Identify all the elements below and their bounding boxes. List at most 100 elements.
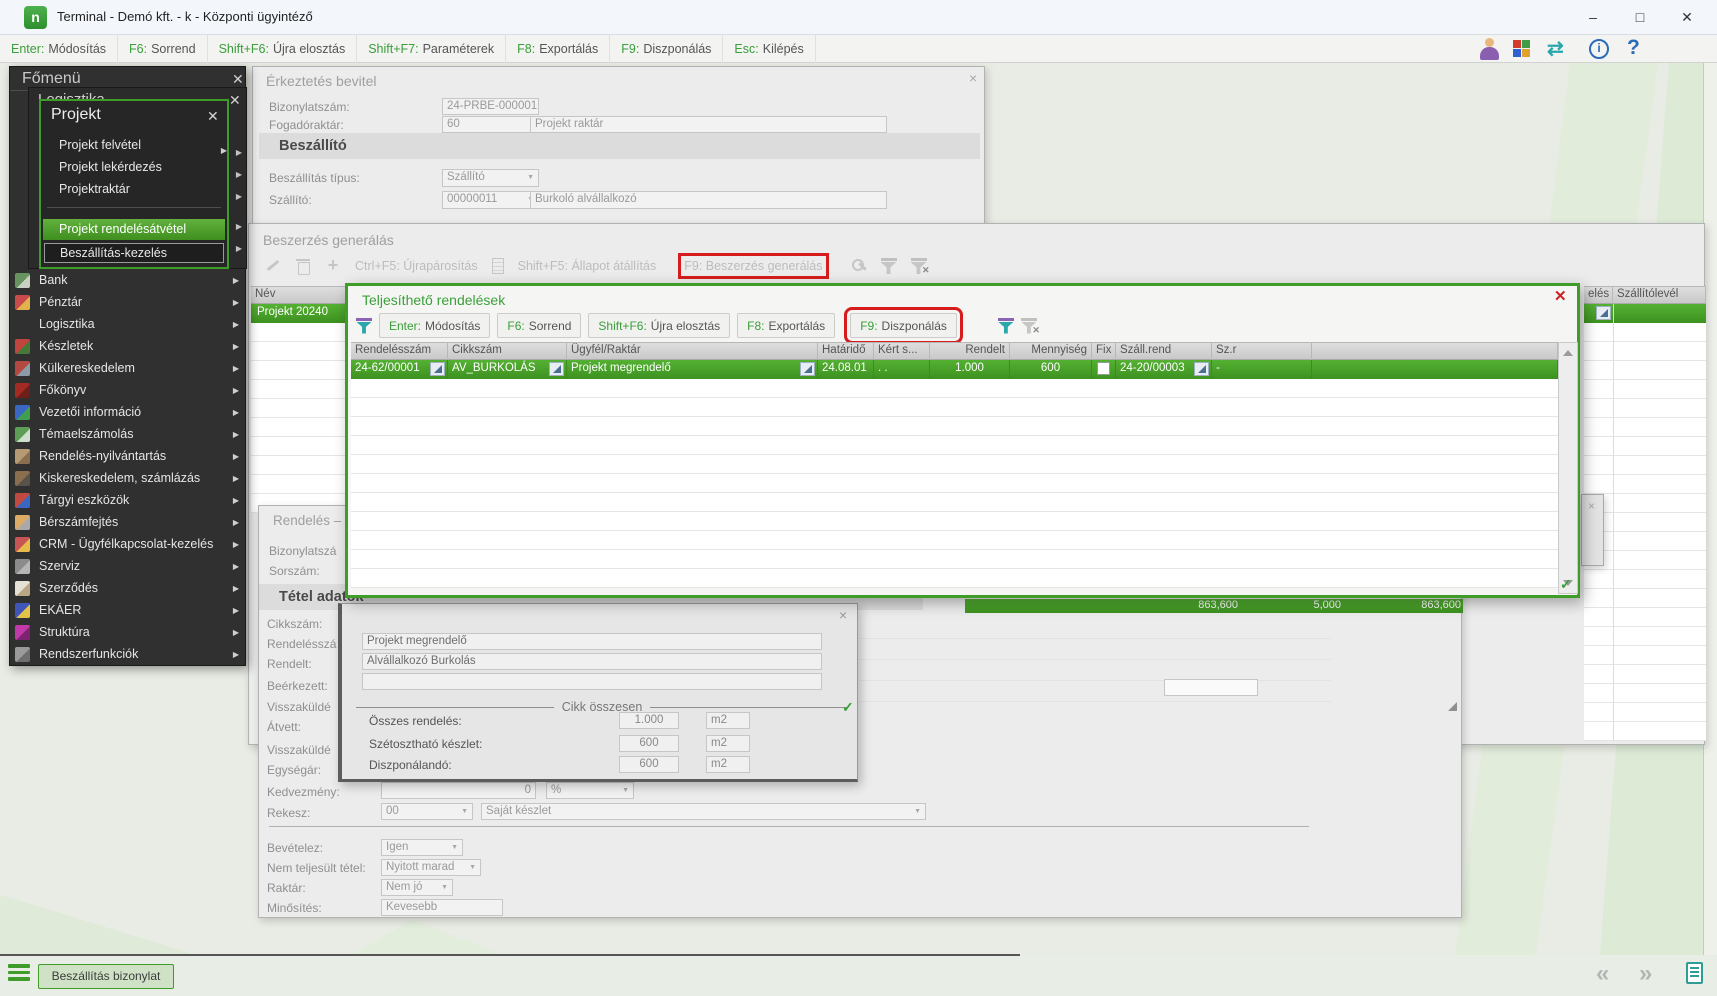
- user-icon[interactable]: [1478, 38, 1502, 61]
- szallito-name-field[interactable]: Burkoló alvállalkozó: [530, 191, 887, 209]
- column-header-filler[interactable]: [1312, 342, 1558, 360]
- close-icon[interactable]: ×: [839, 608, 847, 622]
- apps-grid-icon[interactable]: [1513, 40, 1530, 57]
- sidebar-item-szerz-d-s[interactable]: Szerződés ▶: [11, 577, 245, 599]
- sidebar-item-logisztika[interactable]: Logisztika ▶: [11, 313, 245, 335]
- sidebar-item-t-maelsz-mol-s[interactable]: Témaelszámolás ▶: [11, 423, 245, 445]
- order-cell-rendel-ssz-m[interactable]: 24-62/00001: [351, 360, 448, 379]
- minimize-button[interactable]: –: [1570, 0, 1616, 35]
- delete-icon[interactable]: [295, 258, 311, 275]
- sidebar-item-f-k-nyv[interactable]: Főkönyv ▶: [11, 379, 245, 401]
- nev-column-header[interactable]: Név: [251, 286, 347, 304]
- sidebar-item-k-szletek[interactable]: Készletek ▶: [11, 335, 245, 357]
- fogadoraktar-name-field[interactable]: Projekt raktár: [530, 116, 887, 133]
- vertical-scrollbar[interactable]: [1558, 342, 1578, 594]
- field-rakt-r[interactable]: Nem jó ▼: [381, 879, 453, 896]
- item-name-field[interactable]: Alvállalkozó Burkolás: [362, 653, 822, 670]
- drilldown-icon[interactable]: [430, 362, 445, 376]
- add-icon[interactable]: +: [325, 256, 341, 274]
- sidebar-item-p-nzt-r[interactable]: Pénztár ▶: [11, 291, 245, 313]
- close-icon[interactable]: ✕: [229, 93, 241, 107]
- sidebar-item-szerviz[interactable]: Szerviz ▶: [11, 555, 245, 577]
- order-cell-sz-r[interactable]: -: [1212, 360, 1312, 379]
- rekesz-code-select[interactable]: 00 ▼: [381, 803, 473, 820]
- info-icon[interactable]: i: [1589, 39, 1609, 59]
- close-icon[interactable]: ✕: [232, 72, 244, 86]
- document-icon[interactable]: [491, 258, 504, 274]
- order-cell-sz-ll-rend[interactable]: 24-20/00003: [1116, 360, 1212, 379]
- kedvezmeny-unit-select[interactable]: % ▼: [546, 782, 634, 799]
- order-cell-fix[interactable]: [1092, 360, 1116, 379]
- fogadoraktar-code-field[interactable]: 60: [442, 116, 539, 133]
- sidebar-item-b-rsz-mfejt-s[interactable]: Bérszámfejtés ▶: [11, 511, 245, 533]
- confirm-check-icon[interactable]: ✓: [842, 699, 854, 716]
- close-icon[interactable]: ✕: [1554, 289, 1567, 304]
- sidebar-item-ek-er[interactable]: EKÁER ▶: [11, 599, 245, 621]
- customer-field[interactable]: Projekt megrendelő: [362, 633, 822, 650]
- drilldown-icon[interactable]: [1194, 362, 1209, 376]
- order-cell-filler[interactable]: [1312, 360, 1558, 379]
- edit-icon[interactable]: [265, 258, 281, 274]
- order-cell-k-rt-s[interactable]: . .: [874, 360, 930, 379]
- popup-toolbar-sorrend[interactable]: F6: Sorrend: [497, 313, 582, 338]
- drilldown-icon[interactable]: [549, 362, 564, 376]
- maximize-button[interactable]: □: [1617, 0, 1663, 35]
- close-icon[interactable]: ×: [969, 71, 977, 85]
- sidebar-item-strukt-ra[interactable]: Struktúra ▶: [11, 621, 245, 643]
- column-header-fix[interactable]: Fix: [1092, 342, 1116, 360]
- szallito-code-select[interactable]: 00000011▼: [442, 191, 539, 209]
- menu-item-projekt-lek-rdez-s[interactable]: Projekt lekérdezés: [59, 157, 229, 177]
- menu-item-projekt-felv-tel[interactable]: Projekt felvétel ▶: [59, 135, 229, 155]
- tab-beszallitas-bizonylat[interactable]: Beszállítás bizonylat: [38, 964, 174, 989]
- column-header-mennyis-g[interactable]: Mennyiség: [1010, 342, 1092, 360]
- menu-item-projektrakt-r[interactable]: Projektraktár: [59, 179, 229, 199]
- bizonylatszam-field[interactable]: 24-PRBE-000001: [442, 98, 539, 115]
- order-cell-rendelt[interactable]: 1.000: [930, 360, 1010, 379]
- right-table-selected-row[interactable]: [1584, 304, 1706, 323]
- sidebar-item-rendel-s-nyilv-ntart-s[interactable]: Rendelés-nyilvántartás ▶: [11, 445, 245, 467]
- project-row[interactable]: Projekt 20240: [251, 304, 347, 323]
- nav-next-icon[interactable]: »: [1639, 960, 1652, 988]
- scroll-up-icon[interactable]: [1563, 350, 1573, 356]
- popup-toolbar-export-l-s[interactable]: F8: Exportálás: [737, 313, 836, 338]
- filter-sort-icon[interactable]: [997, 317, 1014, 334]
- document-list-icon[interactable]: [1686, 962, 1703, 984]
- filter-icon[interactable]: [880, 258, 897, 274]
- sidebar-item-k-lkereskedelem[interactable]: Külkereskedelem ▶: [11, 357, 245, 379]
- main-toolbar-item-export-l-s[interactable]: F8: Exportálás: [506, 35, 611, 63]
- popup-toolbar-diszpon-l-s[interactable]: F9: Diszponálás: [844, 307, 963, 344]
- main-toolbar-item-jra-eloszt-s[interactable]: Shift+F6: Újra elosztás: [208, 35, 358, 63]
- sidebar-item-kiskereskedelem-sz-ml-z-s[interactable]: Kiskereskedelem, számlázás ▶: [11, 467, 245, 489]
- beszallitas-tipus-select[interactable]: Szállító ▼: [442, 169, 539, 187]
- totals-value-sszes-rendel-s[interactable]: 1.000: [619, 712, 679, 729]
- column-header-cikksz-m[interactable]: Cikkszám: [448, 342, 567, 360]
- menu-item-projekt-rendelesatvetel[interactable]: Projekt rendelésátvétel: [43, 219, 225, 240]
- column-header-rendelt[interactable]: Rendelt: [930, 342, 1010, 360]
- kedvezmeny-field[interactable]: 0: [381, 782, 536, 799]
- close-icon[interactable]: ×: [1588, 499, 1595, 513]
- sidebar-item-bank[interactable]: Bank ▶: [11, 269, 245, 291]
- empty-field[interactable]: [362, 673, 822, 690]
- sidebar-item-vezet-i-inform-ci[interactable]: Vezetői információ ▶: [11, 401, 245, 423]
- popup-toolbar-jra-eloszt-s[interactable]: Shift+F6: Újra elosztás: [588, 313, 731, 338]
- main-toolbar-item-kil-p-s[interactable]: Esc: Kilépés: [723, 35, 816, 63]
- order-cell-hat-rid[interactable]: 24.08.01: [818, 360, 874, 379]
- field-min-s-t-s[interactable]: Kevesebb: [381, 899, 503, 916]
- main-toolbar-item-m-dos-t-s[interactable]: Enter: Módosítás: [0, 35, 119, 63]
- column-header-el-s[interactable]: elés: [1584, 286, 1613, 304]
- orders-table-selected-row[interactable]: 24-62/00001 AV_BURKOLÁS Projekt megrendelő…: [351, 360, 1558, 379]
- hamburger-menu-icon[interactable]: [8, 964, 30, 981]
- background-empty-field[interactable]: [1164, 679, 1258, 696]
- drilldown-icon[interactable]: [1596, 306, 1611, 320]
- column-header-hat-rid[interactable]: Határidő: [818, 342, 874, 360]
- field-nem-teljes-lt-t-tel[interactable]: Nyitott marad ▼: [381, 859, 481, 876]
- filter-clear-icon[interactable]: ✕: [910, 258, 930, 275]
- sidebar-item-crm-gyf-lkapcsolat-kezel-s[interactable]: CRM - Ügyfélkapcsolat-kezelés ▶: [11, 533, 245, 555]
- sidebar-item-rendszerfunkci-k[interactable]: Rendszerfunkciók ▶: [11, 643, 245, 665]
- generate-procurement-button[interactable]: F9: Beszerzés generálás: [678, 253, 829, 279]
- sidebar-item-t-rgyi-eszk-z-k[interactable]: Tárgyi eszközök ▶: [11, 489, 245, 511]
- help-icon[interactable]: ?: [1627, 36, 1640, 60]
- main-toolbar-item-diszpon-l-s[interactable]: F9: Diszponálás: [610, 35, 724, 63]
- column-header-k-rt-s[interactable]: Kért s...: [874, 342, 930, 360]
- drilldown-icon[interactable]: [800, 362, 815, 376]
